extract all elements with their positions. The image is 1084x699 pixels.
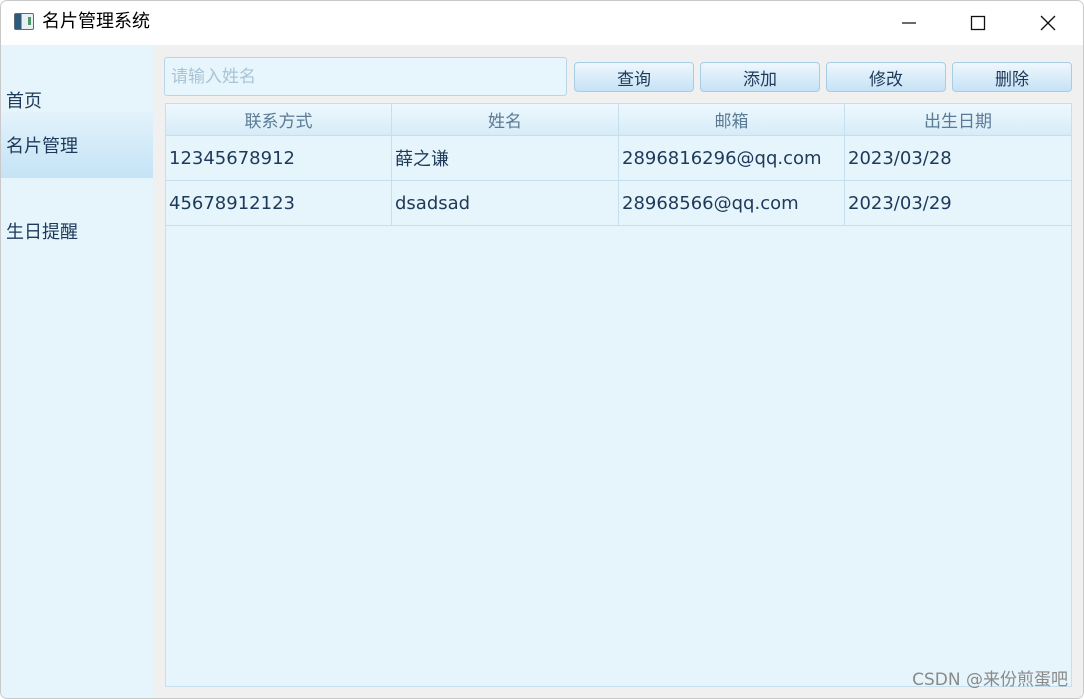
maximize-button[interactable]	[948, 1, 1008, 45]
table-row[interactable]: 45678912123 dsadsad 28968566@qq.com 2023…	[166, 181, 1071, 226]
cell-email[interactable]: 28968566@qq.com	[619, 181, 845, 226]
minimize-icon	[902, 22, 916, 24]
cell-contact[interactable]: 12345678912	[166, 136, 392, 181]
contacts-table[interactable]: 联系方式 姓名 邮箱 出生日期 12345678912 薛之谦 28968162…	[165, 103, 1072, 687]
close-button[interactable]	[1018, 1, 1078, 45]
sidebar-item-label: 名片管理	[6, 136, 78, 157]
column-header-email[interactable]: 邮箱	[619, 104, 845, 136]
close-icon	[1040, 15, 1056, 31]
maximize-icon	[970, 15, 986, 31]
sidebar-item-birthday-reminder[interactable]: 生日提醒	[1, 198, 153, 264]
query-button[interactable]: 查询	[574, 62, 694, 92]
minimize-button[interactable]	[879, 1, 939, 45]
window-title: 名片管理系统	[42, 11, 150, 32]
cell-name[interactable]: 薛之谦	[392, 136, 619, 181]
delete-button[interactable]: 删除	[952, 62, 1072, 92]
cell-contact[interactable]: 45678912123	[166, 181, 392, 226]
sidebar-item-label: 首页	[6, 91, 42, 112]
app-icon	[14, 13, 34, 30]
title-bar[interactable]: 名片管理系统	[1, 1, 1083, 45]
cell-birthdate[interactable]: 2023/03/29	[845, 181, 1071, 226]
watermark-text: CSDN @来份煎蛋吧	[912, 670, 1068, 690]
app-window: 名片管理系统 首页 名片管理 生日提醒 请输入姓名 查询 添加 修改 删除 联系…	[0, 0, 1084, 699]
table-row[interactable]: 12345678912 薛之谦 2896816296@qq.com 2023/0…	[166, 136, 1071, 181]
add-button[interactable]: 添加	[700, 62, 820, 92]
cell-email[interactable]: 2896816296@qq.com	[619, 136, 845, 181]
table-header: 联系方式 姓名 邮箱 出生日期	[166, 104, 1071, 136]
cell-name[interactable]: dsadsad	[392, 181, 619, 226]
column-header-name[interactable]: 姓名	[392, 104, 619, 136]
cell-birthdate[interactable]: 2023/03/28	[845, 136, 1071, 181]
sidebar-item-label: 生日提醒	[6, 222, 78, 243]
column-header-contact[interactable]: 联系方式	[166, 104, 392, 136]
sidebar: 首页 名片管理 生日提醒	[1, 45, 153, 698]
edit-button[interactable]: 修改	[826, 62, 946, 92]
name-search-input[interactable]	[164, 57, 567, 96]
main-content: 查询 添加 修改 删除 联系方式 姓名 邮箱 出生日期 12345678912 …	[153, 45, 1083, 698]
sidebar-item-card-management[interactable]: 名片管理	[1, 112, 153, 178]
column-header-birthdate[interactable]: 出生日期	[845, 104, 1071, 136]
